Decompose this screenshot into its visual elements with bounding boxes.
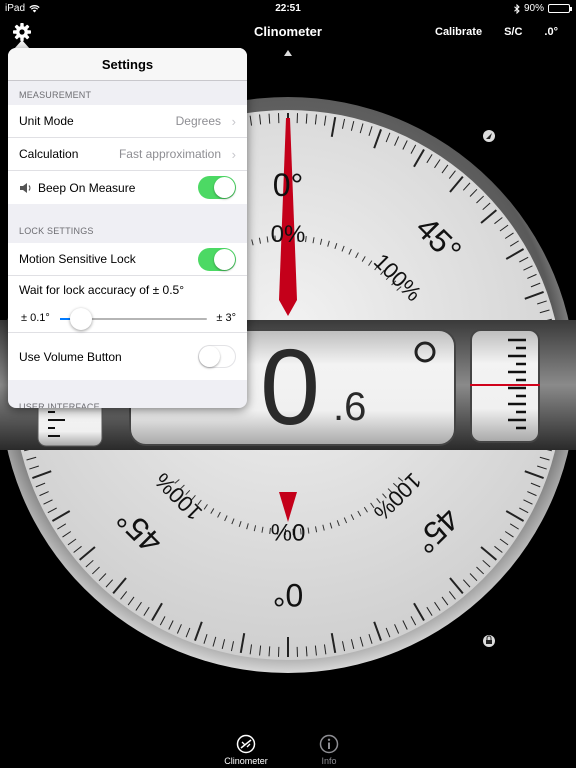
motion-lock-label: Motion Sensitive Lock — [19, 252, 136, 266]
volume-button-toggle[interactable] — [198, 345, 236, 368]
tab-info-label: Info — [321, 756, 337, 766]
beep-toggle[interactable] — [198, 176, 236, 199]
chevron-right-icon: › — [231, 146, 236, 162]
bottom-degree-label: 0° — [273, 577, 304, 613]
tab-info[interactable]: Info — [294, 734, 364, 766]
lock-section-header: LOCK SETTINGS — [19, 226, 94, 236]
compass-icon[interactable] — [483, 130, 495, 142]
lock-group: Motion Sensitive Lock Wait for lock accu… — [8, 243, 247, 380]
battery-icon — [548, 4, 572, 13]
dial-tick — [305, 646, 308, 657]
wait-accuracy-row: Wait for lock accuracy of ± 0.5° — [8, 276, 247, 303]
ui-section-header: USER INTERFACE — [19, 402, 100, 408]
wait-accuracy-label: Wait for lock accuracy of ± 0.5° — [19, 282, 184, 297]
degree-mode-button[interactable]: .0° — [544, 26, 558, 38]
top-indicator-arrow — [284, 50, 292, 56]
status-bar: iPad 22:51 90% — [0, 0, 576, 18]
slider-min-label: ± 0.1° — [21, 311, 50, 324]
calibrate-button[interactable]: Calibrate — [435, 26, 482, 38]
slider-max-label: ± 3° — [216, 311, 236, 324]
dial-tick — [268, 646, 271, 657]
sc-button[interactable]: S/C — [504, 26, 522, 38]
speaker-icon — [20, 182, 31, 193]
reading-decimal: .6 — [333, 385, 366, 429]
tab-clinometer[interactable]: Clinometer — [211, 734, 281, 766]
volume-button-label: Use Volume Button — [19, 349, 122, 364]
beep-row: Beep On Measure — [8, 171, 247, 204]
battery-percent: 90% — [523, 3, 544, 14]
calculation-value: Fast approximation — [118, 147, 221, 161]
tab-bar: Clinometer Info — [0, 728, 576, 768]
slider-thumb[interactable] — [69, 308, 92, 330]
clinometer-icon — [236, 734, 256, 754]
top-degree-label: 0° — [273, 167, 304, 203]
measurement-section-header: MEASUREMENT — [19, 90, 92, 100]
status-time: 22:51 — [275, 3, 301, 14]
lock-icon[interactable] — [483, 635, 495, 647]
unit-mode-label: Unit Mode — [19, 114, 74, 128]
dial-tick — [305, 113, 308, 124]
bluetooth-icon — [514, 3, 520, 14]
volume-button-row: Use Volume Button — [8, 333, 247, 380]
nav-bar: Clinometer Calibrate S/C .0° — [0, 18, 576, 48]
motion-lock-row: Motion Sensitive Lock — [8, 243, 247, 276]
unit-mode-row[interactable]: Unit Mode Degrees › — [8, 105, 247, 138]
reading-main: 0 — [260, 326, 320, 447]
settings-popover: Settings MEASUREMENT Unit Mode Degrees ›… — [8, 48, 247, 408]
top-percent-label: 0% — [271, 221, 306, 248]
info-icon — [319, 734, 339, 754]
beep-label: Beep On Measure — [38, 180, 136, 195]
tab-clinometer-label: Clinometer — [224, 756, 268, 766]
measurement-group: Unit Mode Degrees › Calculation Fast app… — [8, 105, 247, 204]
accuracy-slider-row: ± 0.1° ± 3° — [8, 303, 247, 333]
unit-mode-value: Degrees — [175, 114, 221, 128]
dial-tick — [268, 113, 271, 124]
calculation-row[interactable]: Calculation Fast approximation › — [8, 138, 247, 171]
calculation-label: Calculation — [19, 147, 79, 161]
motion-lock-toggle[interactable] — [198, 247, 236, 271]
accuracy-slider[interactable] — [60, 308, 207, 330]
settings-title: Settings — [8, 48, 247, 81]
chevron-right-icon: › — [231, 113, 236, 129]
bottom-percent-label: 0% — [271, 518, 306, 545]
